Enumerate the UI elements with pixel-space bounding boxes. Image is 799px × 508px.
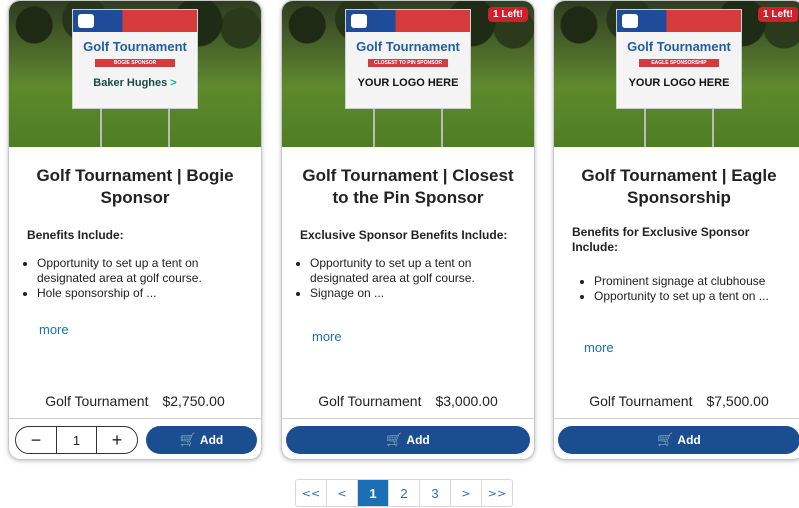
sponsor-logo-mark: > [167,77,177,89]
add-button-label: Add [199,433,224,447]
sign-posts [90,109,180,147]
product-title: Golf Tournament | Eagle Sponsorship [581,166,777,207]
first-page-button[interactable]: << [296,480,327,506]
last-page-button[interactable]: >> [482,480,512,506]
logo-placeholder: YOUR LOGO HERE [357,77,459,89]
benefits-heading: Benefits for Exclusive Sponsor Include: [572,225,750,254]
card-divider [554,418,799,419]
more-link[interactable]: more [39,322,69,337]
sign-strip: BOGIE SPONSOR [95,59,175,67]
yard-sign: Golf Tournament BOGIE SPONSOR Baker Hugh… [72,9,198,109]
card-divider [282,418,534,419]
benefit-item: Opportunity to set up a tent on designat… [37,256,249,286]
product-card-bogie: Golf Tournament BOGIE SPONSOR Baker Hugh… [8,0,262,460]
product-price: $3,000.00 [435,393,498,409]
product-card-closest-pin: Golf Tournament CLOSEST TO PIN SPONSOR Y… [281,0,535,460]
next-page-button[interactable]: > [451,480,482,506]
pagination: << < 1 2 3 > >> [295,479,513,507]
product-image[interactable]: Golf Tournament CLOSEST TO PIN SPONSOR Y… [282,1,534,147]
product-title: Golf Tournament | Bogie Sponsor [36,166,234,207]
stock-badge: 1 Left! [488,7,528,22]
add-to-cart-button[interactable]: 🛒 Add [286,426,530,454]
stock-badge: 1 Left! [758,7,798,22]
price-line: Golf Tournament $7,500.00 [554,393,799,409]
product-title: Golf Tournament | Closest to the Pin Spo… [302,166,514,207]
more-link[interactable]: more [312,329,342,344]
product-category: Golf Tournament [45,393,149,409]
benefit-item: Prominent signage at clubhouse [594,274,792,289]
add-to-cart-button[interactable]: 🛒 Add [558,426,799,454]
benefits-heading: Benefits Include: [27,228,124,242]
benefits-list: Opportunity to set up a tent on designat… [294,256,522,301]
benefits-heading: Exclusive Sponsor Benefits Include: [300,228,508,242]
page-1-button[interactable]: 1 [358,480,389,506]
sign-posts [634,109,724,147]
event-logo-icon [78,14,94,28]
logo-placeholder: YOUR LOGO HERE [628,77,730,89]
sign-strip: EAGLE SPONSORSHIP [639,59,719,67]
product-image[interactable]: Golf Tournament EAGLE SPONSORSHIP YOUR L… [554,1,799,147]
product-card-eagle: Golf Tournament EAGLE SPONSORSHIP YOUR L… [553,0,799,460]
benefit-item: Opportunity to set up a tent on designat… [310,256,522,286]
benefit-item: Hole sponsorship of ... [37,286,249,301]
sign-header [617,10,741,32]
add-button-label: Add [677,433,701,447]
sign-header [346,10,470,32]
sign-title: Golf Tournament [83,39,187,54]
product-image[interactable]: Golf Tournament BOGIE SPONSOR Baker Hugh… [9,1,261,147]
benefits-list: Opportunity to set up a tent on designat… [21,256,249,301]
product-price: $2,750.00 [162,393,225,409]
event-logo-icon [622,14,638,28]
sign-title: Golf Tournament [627,39,731,54]
cart-icon: 🛒 [657,432,674,447]
sign-strip: CLOSEST TO PIN SPONSOR [368,59,448,67]
cart-icon: 🛒 [179,432,196,447]
sign-header [73,10,197,32]
more-link[interactable]: more [584,340,614,355]
product-price: $7,500.00 [706,393,769,409]
event-logo-icon [351,14,367,28]
yard-sign: Golf Tournament CLOSEST TO PIN SPONSOR Y… [345,9,471,109]
cart-icon: 🛒 [386,432,403,447]
quantity-value[interactable]: 1 [56,427,97,453]
benefit-item: Signage on ... [310,286,522,301]
product-category: Golf Tournament [589,393,693,409]
sign-title: Golf Tournament [356,39,460,54]
sponsor-logo-text: Baker Hughes [93,77,168,89]
price-line: Golf Tournament $2,750.00 [9,393,261,409]
add-button-label: Add [406,433,430,447]
benefits-list: Prominent signage at clubhouse Opportuni… [578,274,792,304]
card-divider [9,418,261,419]
sign-posts [363,109,453,147]
sponsor-logo: Baker Hughes > [73,77,197,89]
page-3-button[interactable]: 3 [420,480,451,506]
yard-sign: Golf Tournament EAGLE SPONSORSHIP YOUR L… [616,9,742,109]
benefit-item: Opportunity to set up a tent on ... [594,289,792,304]
product-category: Golf Tournament [318,393,422,409]
decrement-button[interactable]: − [16,427,56,453]
add-to-cart-button[interactable]: 🛒 Add [146,426,257,454]
increment-button[interactable]: + [97,427,137,453]
quantity-stepper: − 1 + [15,426,138,454]
price-line: Golf Tournament $3,000.00 [282,393,534,409]
prev-page-button[interactable]: < [327,480,358,506]
page-2-button[interactable]: 2 [389,480,420,506]
